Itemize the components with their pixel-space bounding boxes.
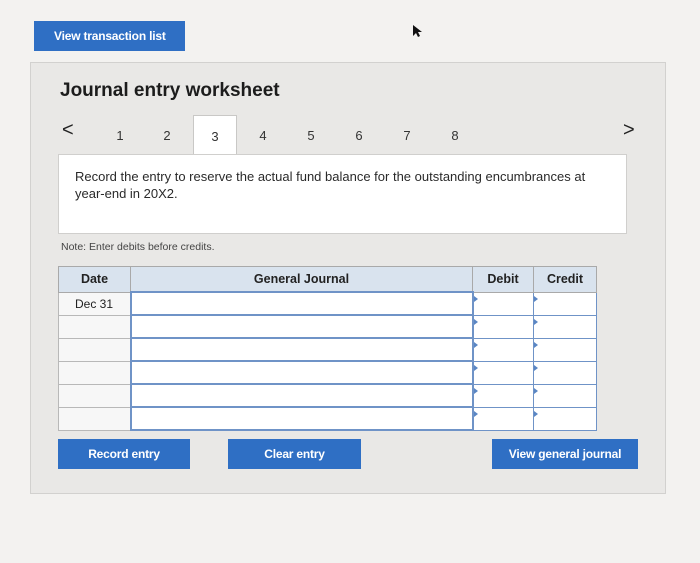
date-cell — [58, 406, 131, 431]
credit-header: Credit — [533, 266, 597, 293]
tab-7[interactable]: 7 — [385, 115, 429, 155]
general-journal-header: General Journal — [130, 266, 473, 293]
journal-row — [58, 360, 597, 385]
journal-row — [58, 406, 597, 431]
account-input[interactable] — [129, 360, 474, 385]
worksheet-tabs: < 1 2 3 4 5 6 7 8 > — [58, 115, 643, 156]
date-cell — [58, 337, 131, 362]
view-general-journal-button[interactable]: View general journal — [492, 439, 638, 469]
next-arrow-icon[interactable]: > — [623, 119, 635, 142]
journal-row — [58, 383, 597, 408]
credit-input[interactable] — [533, 314, 597, 339]
debit-input[interactable] — [472, 406, 534, 431]
journal-row — [58, 337, 597, 362]
date-header: Date — [58, 266, 131, 293]
tab-8[interactable]: 8 — [433, 115, 477, 155]
account-input[interactable] — [129, 291, 474, 316]
tab-4[interactable]: 4 — [241, 115, 285, 155]
tab-6[interactable]: 6 — [337, 115, 381, 155]
account-input[interactable] — [129, 383, 474, 408]
journal-header-row: Date General Journal Debit Credit — [58, 266, 597, 293]
instruction-box: Record the entry to reserve the actual f… — [58, 154, 627, 234]
record-entry-button[interactable]: Record entry — [58, 439, 190, 469]
entry-note: Note: Enter debits before credits. — [61, 241, 215, 253]
date-cell — [58, 360, 131, 385]
account-input[interactable] — [129, 406, 474, 431]
date-cell — [58, 314, 131, 339]
view-transaction-list-button[interactable]: View transaction list — [34, 21, 185, 51]
date-cell — [58, 383, 131, 408]
tab-3[interactable]: 3 — [193, 115, 237, 156]
tab-5[interactable]: 5 — [289, 115, 333, 155]
journal-row — [58, 314, 597, 339]
date-cell: Dec 31 — [58, 291, 131, 316]
prev-arrow-icon[interactable]: < — [62, 119, 74, 142]
journal-table: Date General Journal Debit Credit Dec 31 — [58, 266, 597, 431]
debit-header: Debit — [472, 266, 534, 293]
credit-input[interactable] — [533, 291, 597, 316]
debit-input[interactable] — [472, 383, 534, 408]
debit-input[interactable] — [472, 337, 534, 362]
credit-input[interactable] — [533, 360, 597, 385]
credit-input[interactable] — [533, 383, 597, 408]
worksheet-title: Journal entry worksheet — [60, 80, 280, 101]
clear-entry-button[interactable]: Clear entry — [228, 439, 361, 469]
instruction-text: Record the entry to reserve the actual f… — [75, 169, 586, 201]
account-input[interactable] — [129, 314, 474, 339]
debit-input[interactable] — [472, 360, 534, 385]
debit-input[interactable] — [472, 291, 534, 316]
credit-input[interactable] — [533, 337, 597, 362]
mouse-cursor-icon — [413, 25, 422, 37]
journal-row: Dec 31 — [58, 291, 597, 316]
tab-1[interactable]: 1 — [98, 115, 142, 155]
debit-input[interactable] — [472, 314, 534, 339]
account-input[interactable] — [129, 337, 474, 362]
credit-input[interactable] — [533, 406, 597, 431]
tab-2[interactable]: 2 — [145, 115, 189, 155]
